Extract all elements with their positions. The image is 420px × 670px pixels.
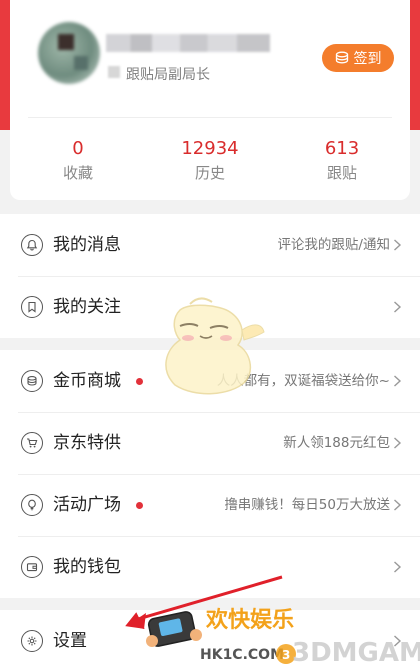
title-badge-icon	[108, 66, 120, 78]
gamepad-icon	[146, 611, 202, 647]
username-blurred[interactable]	[106, 34, 270, 52]
chevron-right-icon	[394, 375, 402, 387]
menu-label: 设置	[53, 631, 87, 651]
coins-icon	[335, 51, 348, 64]
watermark-cn-text: 欢快娱乐	[205, 607, 294, 633]
svg-text:3: 3	[282, 648, 290, 662]
stat-value: 12934	[181, 138, 239, 159]
stat-value: 613	[324, 138, 360, 159]
watermark-overlay: 欢快娱乐 HK1C.COM 3 3DMGAME	[125, 575, 420, 668]
menu-hint: 评论我的跟贴/通知	[277, 237, 390, 253]
stat-comments[interactable]: 613 跟贴	[282, 138, 402, 182]
stat-label: 收藏	[62, 164, 93, 182]
chevron-right-icon	[394, 561, 402, 573]
bookmark-icon	[21, 296, 43, 318]
coins-icon	[21, 370, 43, 392]
chevron-right-icon	[394, 499, 402, 511]
stat-favorites[interactable]: 0 收藏	[18, 138, 138, 182]
watermark-brand-text: 3DMGAME	[292, 638, 420, 668]
checkin-button[interactable]: 签到	[322, 44, 394, 72]
menu-label: 京东特供	[53, 433, 121, 453]
watermark-site-text: HK1C.COM	[200, 647, 284, 663]
cart-icon	[21, 432, 43, 454]
menu-hint: 撸串赚钱！每日50万大放送	[224, 497, 390, 513]
profile-card: 跟贴局副局长 签到 0 收藏 12934 历史 613 跟贴	[10, 0, 410, 200]
user-title: 跟贴局副局长	[126, 67, 210, 83]
stat-label: 历史	[194, 164, 225, 182]
chevron-right-icon	[394, 437, 402, 449]
stat-label: 跟贴	[326, 164, 357, 182]
gear-icon	[21, 630, 43, 652]
notification-dot	[136, 378, 143, 385]
menu-label: 金币商城	[53, 371, 121, 391]
menu-hint: 新人领188元红包	[283, 435, 390, 451]
notification-dot	[136, 502, 143, 509]
mascot-illustration	[165, 297, 265, 395]
menu-label: 我的钱包	[53, 557, 121, 577]
menu-item-messages[interactable]: 我的消息 评论我的跟贴/通知	[0, 214, 420, 276]
stat-history[interactable]: 12934 历史	[150, 138, 270, 182]
divider	[28, 117, 392, 118]
menu-item-activity[interactable]: 活动广场 撸串赚钱！每日50万大放送	[0, 474, 420, 536]
menu-label: 活动广场	[53, 495, 121, 515]
checkin-label: 签到	[353, 51, 382, 67]
wallet-icon	[21, 556, 43, 578]
bell-icon	[21, 234, 43, 256]
balloon-icon	[21, 494, 43, 516]
chevron-right-icon	[394, 239, 402, 251]
menu-item-jd-special[interactable]: 京东特供 新人领188元红包	[0, 412, 420, 474]
avatar[interactable]	[38, 22, 100, 84]
menu-label: 我的消息	[53, 235, 121, 255]
stat-value: 0	[72, 138, 84, 159]
chevron-right-icon	[394, 301, 402, 313]
menu-label: 我的关注	[53, 297, 121, 317]
